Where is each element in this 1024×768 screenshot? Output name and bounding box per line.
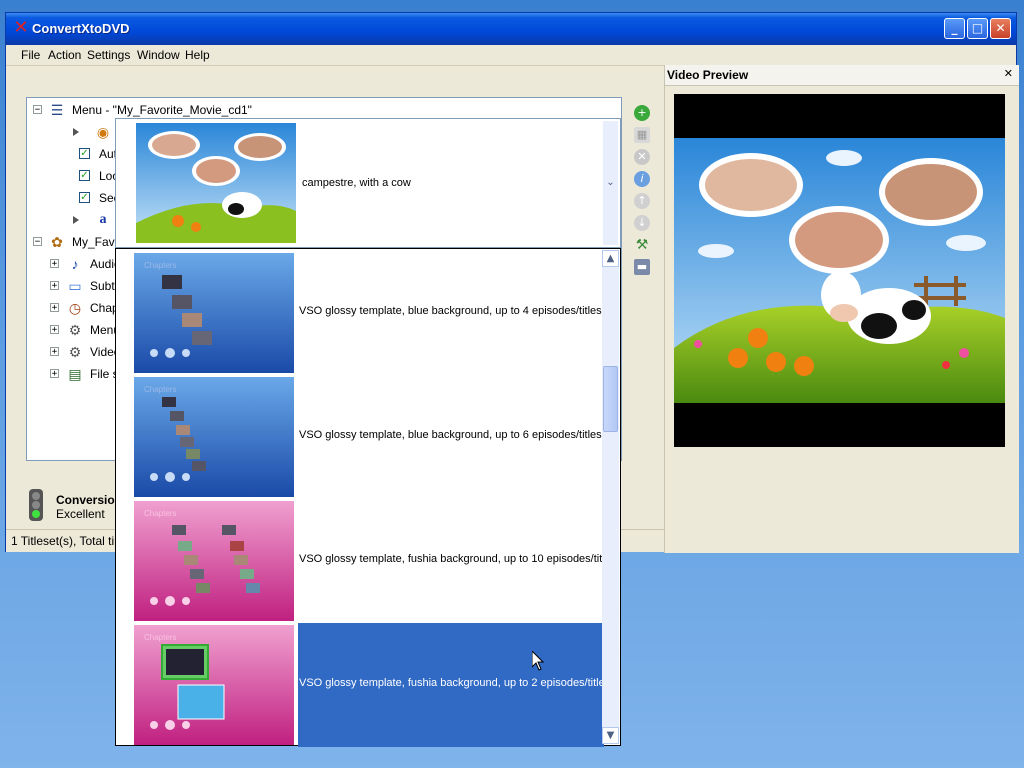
tools-icon[interactable]: ⚒ [634, 237, 650, 253]
window-title: ConvertXtoDVD [32, 21, 130, 36]
template-combobox[interactable]: campestre, with a cow ⌄ [115, 118, 621, 248]
menu-window[interactable]: Window [137, 48, 180, 62]
template-heading: Chapters [144, 261, 177, 270]
expand-toggle[interactable]: + [50, 303, 59, 313]
template-thumbnail [134, 253, 294, 373]
menu-bar: File Action Settings Window Help [6, 45, 1016, 66]
preview-title: Video Preview [667, 68, 749, 82]
combobox-scrollbar[interactable]: ⌄ [603, 121, 618, 245]
status-text: 1 Titleset(s), Total tim [11, 534, 125, 548]
font-icon: a [99, 212, 107, 227]
menu-list-icon: ☰ [50, 102, 64, 118]
preview-image [674, 138, 1005, 403]
template-label: VSO glossy template, blue background, up… [299, 429, 604, 441]
expand-toggle[interactable]: + [50, 259, 59, 269]
collapse-toggle[interactable]: − [33, 105, 42, 115]
scrollbar-thumb[interactable] [603, 366, 618, 432]
chevron-down-icon[interactable]: ⌄ [603, 177, 618, 188]
menu-help[interactable]: Help [185, 48, 210, 62]
film-strip-icon: ▤ [68, 366, 82, 382]
expand-arrow-icon[interactable] [73, 216, 79, 224]
music-note-icon: ♪ [71, 256, 79, 272]
template-thumbnail [134, 501, 294, 621]
template-label: VSO glossy template, fushia background, … [299, 677, 604, 689]
scroll-down-icon[interactable]: ▼ [602, 727, 619, 744]
remove-icon[interactable]: ✕ [634, 149, 650, 165]
collapse-toggle[interactable]: − [33, 237, 42, 247]
template-dropdown-list: Chapters VSO glossy template, blue backg… [115, 248, 621, 747]
dropdown-scrollbar[interactable]: ▲ ▼ [602, 250, 619, 744]
keyboard-icon[interactable]: ▬ [634, 259, 650, 275]
movie-reel-icon: ✿ [51, 234, 63, 250]
video-preview-panel: Video Preview ✕ [664, 65, 1019, 553]
checkbox[interactable]: ✓ [79, 192, 90, 203]
title-bar[interactable]: ✕ ConvertXtoDVD _ □ ✕ [6, 13, 1016, 45]
checkbox[interactable]: ✓ [79, 170, 90, 181]
tree-row-menu[interactable]: − ☰ Menu - "My_Favorite_Movie_cd1" [27, 100, 621, 120]
split-icon[interactable]: ▦ [634, 127, 650, 143]
template-label: VSO glossy template, blue background, up… [299, 305, 604, 317]
preview-header: Video Preview ✕ [665, 65, 1019, 86]
traffic-light-icon [29, 489, 43, 521]
clock-icon: ◷ [68, 300, 82, 316]
menu-action[interactable]: Action [48, 48, 81, 62]
expand-arrow-icon[interactable] [73, 128, 79, 136]
move-down-icon[interactable]: ↓ [634, 215, 650, 231]
list-item[interactable]: Chapters VSO glossy template, blue backg… [116, 375, 604, 499]
app-x-icon[interactable]: ✕ [12, 19, 30, 37]
preview-screen [674, 94, 1005, 447]
template-heading: Chapters [144, 509, 177, 518]
template-heading: Chapters [144, 385, 177, 394]
expand-toggle[interactable]: + [50, 347, 59, 357]
video-gear-icon: ⚙ [68, 344, 82, 360]
menu-settings[interactable]: Settings [87, 48, 130, 62]
checkbox[interactable]: ✓ [79, 148, 90, 159]
maximize-button[interactable]: □ [967, 18, 988, 39]
template-label: VSO glossy template, fushia background, … [299, 553, 604, 565]
menu-file[interactable]: File [21, 48, 40, 62]
list-item[interactable]: Chapters VSO glossy template, blue backg… [116, 251, 604, 375]
speech-bubble-icon: ▭ [68, 278, 82, 294]
tree-item-label: Subti [90, 279, 118, 293]
minimize-button[interactable]: _ [944, 18, 965, 39]
scroll-up-icon[interactable]: ▲ [602, 250, 619, 267]
add-icon[interactable]: + [634, 105, 650, 121]
template-thumbnail [134, 625, 294, 745]
menu-gear-icon: ⚙ [68, 322, 82, 338]
template-heading: Chapters [144, 633, 177, 642]
template-thumbnail [134, 377, 294, 497]
move-up-icon[interactable]: ↑ [634, 193, 650, 209]
combobox-selected-text: campestre, with a cow [302, 177, 411, 189]
tree-movie-label: My_Favo [72, 235, 122, 249]
list-item[interactable]: Chapters VSO glossy template, fushia bac… [116, 499, 604, 623]
conversion-label: Conversion [56, 493, 123, 507]
template-thumbnail [136, 123, 296, 243]
preview-close-icon[interactable]: ✕ [1004, 67, 1013, 80]
expand-toggle[interactable]: + [50, 281, 59, 291]
expand-toggle[interactable]: + [50, 325, 59, 335]
palette-icon: ◉ [96, 124, 110, 140]
list-item-selected[interactable]: Chapters VSO glossy template, fushia bac… [116, 623, 604, 747]
tree-root-label: Menu - "My_Favorite_Movie_cd1" [72, 103, 252, 117]
conversion-quality: Excellent [56, 507, 105, 521]
expand-toggle[interactable]: + [50, 369, 59, 379]
close-button[interactable]: ✕ [990, 18, 1011, 39]
info-icon[interactable]: i [634, 171, 650, 187]
